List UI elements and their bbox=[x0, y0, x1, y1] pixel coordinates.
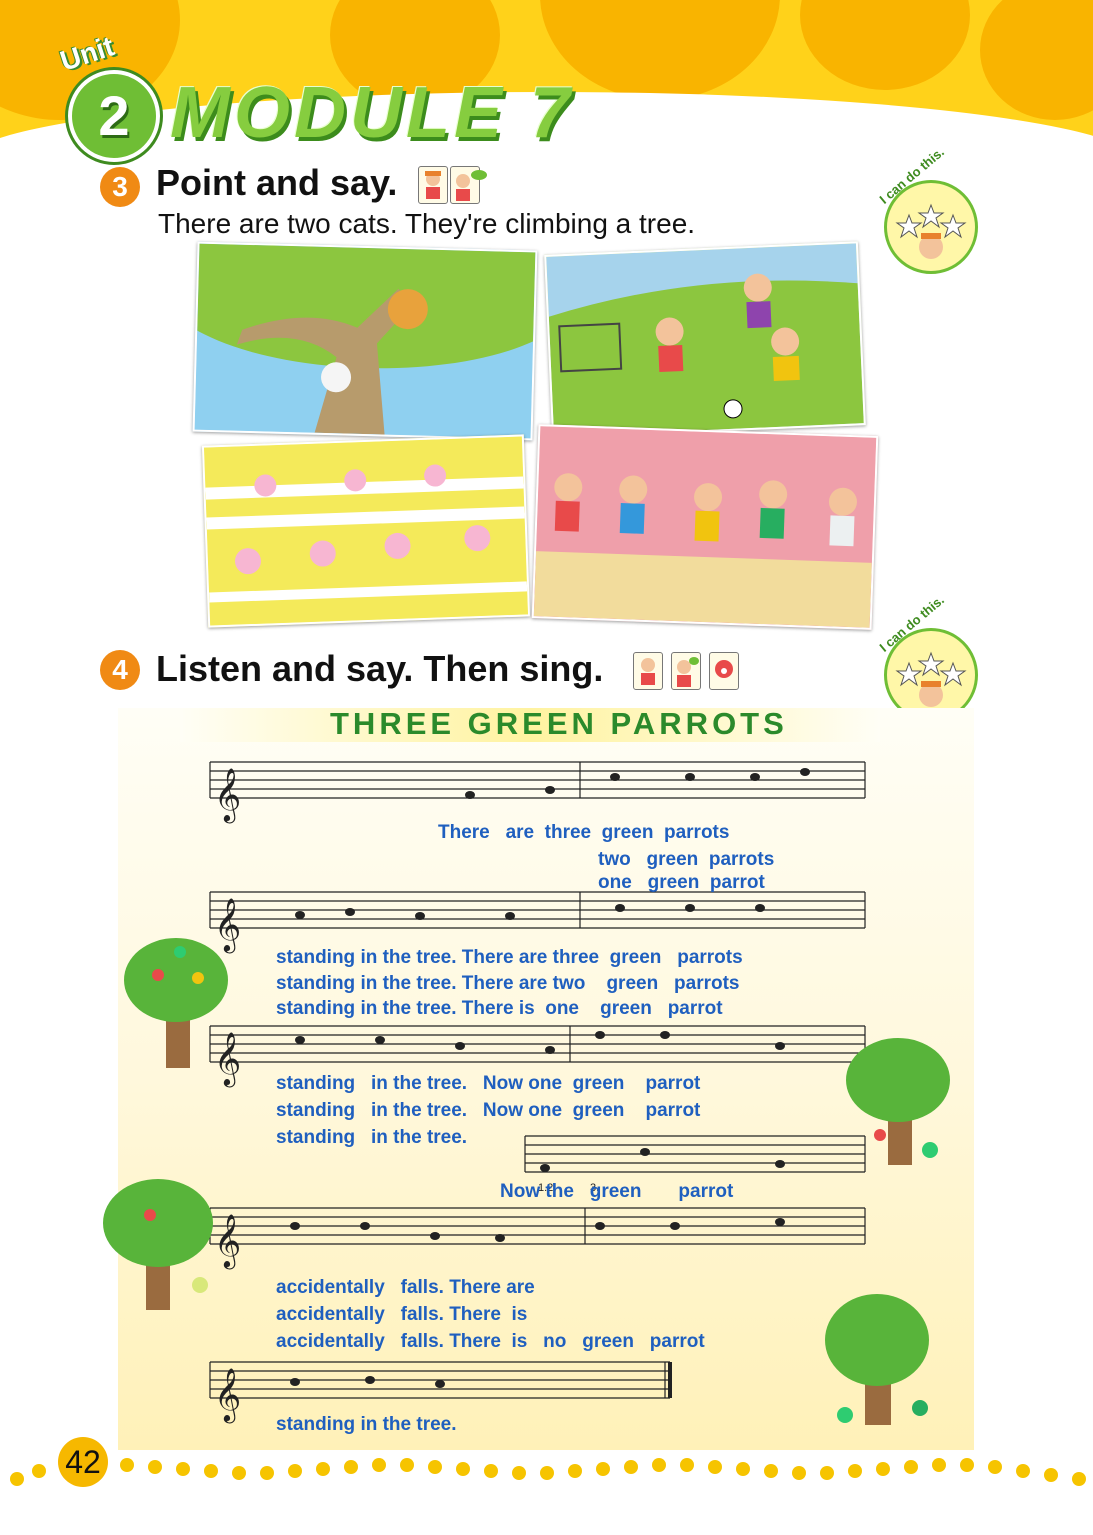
lyric-line: two green parrots bbox=[598, 849, 775, 870]
lyric-line: There are three green parrots bbox=[438, 822, 730, 843]
listen-icon bbox=[633, 652, 663, 690]
tree-parrot-falling-icon bbox=[846, 1038, 950, 1165]
section-3-number: 3 bbox=[100, 167, 140, 207]
lyric-line: standing in the tree. There is one green… bbox=[276, 998, 723, 1019]
lyric-line: accidentally falls. There is bbox=[276, 1304, 528, 1325]
say-icon bbox=[450, 166, 487, 204]
tree-sleeping-parrots-icon bbox=[103, 1179, 213, 1310]
star-icon bbox=[895, 651, 967, 707]
lyric-line: standing in the tree. There are three gr… bbox=[276, 947, 743, 968]
lyric-line: standing in the tree. bbox=[276, 1127, 468, 1148]
lyric-line: Now the green parrot bbox=[500, 1181, 734, 1202]
tree-three-parrots-icon bbox=[124, 938, 228, 1068]
star-icon bbox=[895, 203, 967, 259]
lyric-line: one green parrot bbox=[598, 872, 765, 893]
tree-empty-parrots-icon bbox=[825, 1294, 929, 1425]
song-title: THREE GREEN PARROTS bbox=[330, 706, 788, 741]
picture-boys-playing-football bbox=[544, 241, 866, 439]
sing-icon bbox=[709, 652, 739, 690]
section-4-number: 4 bbox=[100, 650, 140, 690]
lyric-line: accidentally falls. There is no green pa… bbox=[276, 1331, 705, 1352]
section-3-title: Point and say. bbox=[156, 162, 398, 203]
lyric-line: standing in the tree. bbox=[276, 1414, 457, 1435]
svg-text:𝄞: 𝄞 bbox=[214, 1367, 241, 1423]
picture-girls-dancing bbox=[201, 434, 531, 628]
lyric-line: standing in the tree. There are two gree… bbox=[276, 973, 740, 994]
lyric-line: standing in the tree. Now one green parr… bbox=[276, 1073, 701, 1094]
module-title: MODULE 7 bbox=[170, 73, 575, 153]
lyric-line: standing in the tree. Now one green parr… bbox=[276, 1100, 701, 1121]
svg-text:𝄞: 𝄞 bbox=[214, 767, 241, 823]
section-3-instruction: There are two cats. They're climbing a t… bbox=[158, 208, 696, 239]
say-icon-2 bbox=[671, 652, 701, 690]
lyric-line: accidentally falls. There are bbox=[276, 1277, 535, 1298]
picture-boys-running bbox=[531, 424, 879, 630]
section-4-title: Listen and say. Then sing. bbox=[156, 648, 604, 689]
picture-cats-climbing-tree bbox=[192, 241, 538, 441]
point-icon bbox=[418, 166, 448, 204]
footer-dots bbox=[0, 1450, 1093, 1510]
unit-number-badge: 2 bbox=[68, 70, 160, 162]
